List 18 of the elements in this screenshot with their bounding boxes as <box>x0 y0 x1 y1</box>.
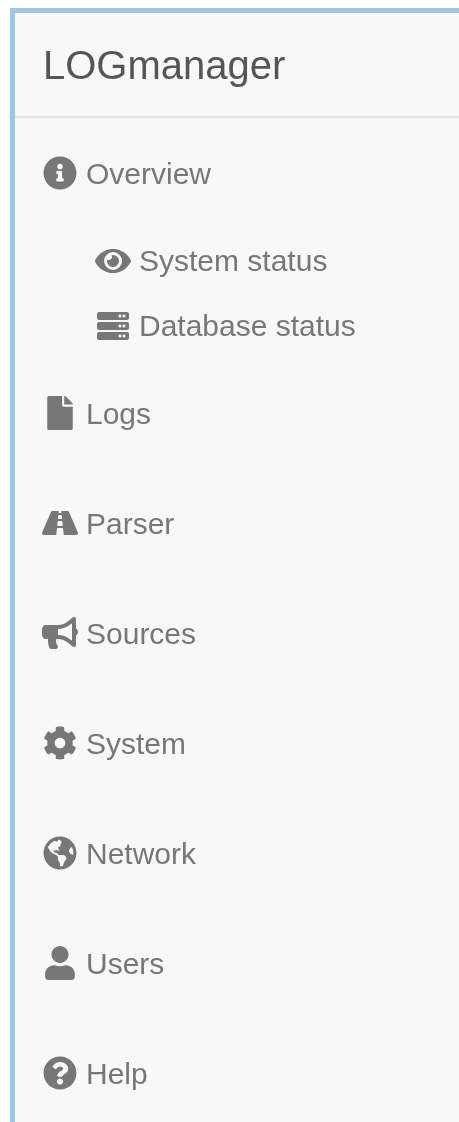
megaphone-icon <box>42 616 78 650</box>
nav-link[interactable]: Network <box>42 830 197 876</box>
globe-icon <box>42 836 78 870</box>
nav-link[interactable]: Help <box>42 1050 148 1096</box>
gear-icon <box>42 726 78 760</box>
help-icon <box>42 1056 78 1090</box>
info-icon <box>42 156 78 190</box>
nav-sublink[interactable]: Database status <box>95 303 356 348</box>
nav-link[interactable]: Users <box>42 940 165 986</box>
nav-link[interactable]: Overview <box>42 150 212 196</box>
brand-title[interactable]: LOGmanager <box>43 34 286 95</box>
nav-link[interactable]: Logs <box>42 390 152 436</box>
nav-link[interactable]: System <box>42 720 187 766</box>
nav-link[interactable]: Parser <box>42 500 175 546</box>
nav-sublink[interactable]: System status <box>95 238 328 283</box>
nav-link[interactable]: Sources <box>42 610 197 656</box>
server-icon <box>95 309 131 342</box>
user-icon <box>42 946 78 980</box>
